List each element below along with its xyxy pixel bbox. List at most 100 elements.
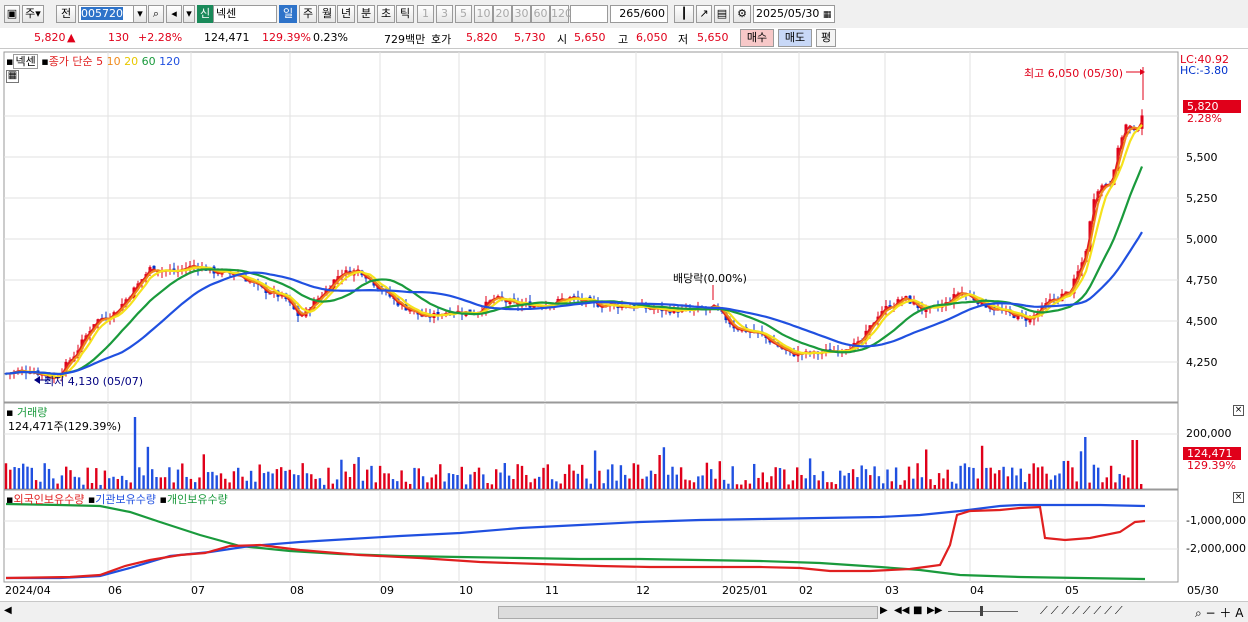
interval-button[interactable]: 1: [417, 5, 434, 23]
zoom-slider-handle[interactable]: [980, 606, 983, 616]
eval-button[interactable]: 평: [816, 29, 836, 47]
speaker-icon[interactable]: ◂: [166, 5, 182, 23]
volume-bar: [366, 469, 369, 489]
search-icon[interactable]: ⌕: [148, 5, 164, 23]
rewind-icon[interactable]: ◀◀: [894, 605, 909, 616]
volume-bar: [39, 481, 42, 489]
forward-icon[interactable]: ▶▶: [927, 605, 942, 616]
period-tab[interactable]: 분: [357, 5, 375, 23]
x-axis-label: 03: [885, 584, 899, 597]
draw-icon[interactable]: ↗: [696, 5, 712, 23]
grid-toggle-icon[interactable]: ▦: [6, 70, 19, 83]
volume-bar: [417, 468, 420, 489]
volume-bar: [877, 476, 881, 489]
ma10-line: [5, 123, 1143, 379]
volume-bar: [628, 478, 631, 489]
close-panel-icon[interactable]: ×: [1233, 405, 1244, 416]
chart-area[interactable]: [0, 48, 1248, 621]
count-field[interactable]: 265/600: [610, 5, 668, 23]
volume-bar: [864, 469, 868, 489]
interval-button[interactable]: 5: [455, 5, 472, 23]
stock-tag[interactable]: 넥센: [13, 54, 38, 69]
period-tab[interactable]: 초: [377, 5, 395, 23]
volume-bar: [318, 478, 322, 489]
volume-bar: [1015, 475, 1018, 489]
volume-bar: [817, 480, 820, 489]
volume-bar: [452, 474, 455, 489]
buy-button[interactable]: 매수: [740, 29, 774, 47]
period-tab[interactable]: 년: [337, 5, 355, 23]
save-icon[interactable]: ▤: [714, 5, 730, 23]
interval-button[interactable]: 20: [493, 5, 512, 23]
sell-button[interactable]: 매도: [778, 29, 812, 47]
period-tab[interactable]: 주: [299, 5, 317, 23]
period-tab[interactable]: 틱: [396, 5, 414, 23]
volume-bar: [1041, 466, 1044, 489]
amount-value: 729백만: [384, 33, 426, 46]
volume-bar: [387, 473, 390, 489]
close-panel-icon[interactable]: ×: [1233, 492, 1244, 503]
volume-bar: [830, 482, 833, 489]
gear-icon[interactable]: ⚙: [733, 5, 751, 23]
period-select[interactable]: 주▾: [22, 5, 44, 23]
volume-bar: [198, 477, 201, 489]
volume-bar: [69, 470, 72, 489]
volume-bar: [469, 474, 472, 489]
interval-button[interactable]: 10: [474, 5, 493, 23]
stock-name-field[interactable]: 넥센: [213, 5, 277, 23]
drawing-tools-icons[interactable]: ⟋⟋⟋⟋⟋⟋⟋⟋: [1040, 604, 1126, 618]
stop-icon[interactable]: ■: [913, 605, 922, 616]
interval-button[interactable]: 30: [512, 5, 531, 23]
volume-bar: [1049, 479, 1053, 489]
volume-bar: [172, 482, 175, 489]
volume-bar: [671, 466, 674, 489]
chevron-down-icon[interactable]: ▾: [183, 5, 195, 23]
calendar-icon[interactable]: ▦: [823, 10, 832, 20]
volume-bar: [297, 475, 300, 489]
volume-bar: [679, 467, 683, 489]
volume-bar: [434, 474, 438, 489]
interval-button[interactable]: 120: [550, 5, 572, 23]
volume-bar: [112, 476, 115, 489]
volume-bar: [740, 484, 743, 489]
date-field[interactable]: 2025/05/30 ▦: [753, 5, 835, 23]
volume-bar: [1019, 468, 1022, 489]
period-tab[interactable]: 월: [318, 5, 336, 23]
foreign-holdings-line: [5, 505, 1146, 580]
volume-bar: [56, 483, 59, 489]
volume-bar: [727, 483, 730, 489]
volume-bar: [486, 483, 489, 489]
volume-bar: [606, 469, 610, 489]
volume-bar: [245, 480, 248, 489]
zoom-slider[interactable]: [948, 611, 1018, 612]
volume-bar: [189, 478, 193, 489]
ma5-line: [5, 121, 1143, 379]
scroll-right-icon[interactable]: ▶: [880, 605, 888, 616]
volume-bar: [288, 469, 291, 489]
volume-bar: [176, 469, 180, 489]
volume-bar: [942, 478, 945, 489]
interval-button[interactable]: 3: [436, 5, 453, 23]
period-tab[interactable]: 일: [279, 5, 297, 23]
candle-icon[interactable]: ┃: [674, 5, 694, 23]
low-price: 5,650: [697, 31, 729, 44]
window-icon[interactable]: ▣: [4, 5, 20, 23]
scroll-left-icon[interactable]: ◀: [4, 605, 12, 616]
volume-bar: [168, 467, 171, 489]
volume-bar: [804, 478, 807, 489]
scrollbar-thumb[interactable]: [498, 606, 878, 619]
code-dropdown-icon[interactable]: ▾: [133, 5, 147, 23]
extra-select[interactable]: [570, 5, 608, 23]
current-price: 5,820: [34, 31, 66, 44]
code-input[interactable]: 005720: [78, 5, 134, 23]
zoom-controls-icons[interactable]: ⌕ − ＋ A: [1195, 604, 1243, 621]
volume-bar: [684, 479, 687, 489]
volume-bar: [765, 482, 769, 489]
volume-bar: [654, 473, 657, 489]
volume-bar: [512, 479, 515, 489]
volume-bar: [731, 466, 734, 489]
prev-button[interactable]: 전: [56, 5, 76, 23]
interval-button[interactable]: 60: [531, 5, 550, 23]
ask-price: 5,820: [466, 31, 498, 44]
volume-bar: [404, 481, 408, 489]
